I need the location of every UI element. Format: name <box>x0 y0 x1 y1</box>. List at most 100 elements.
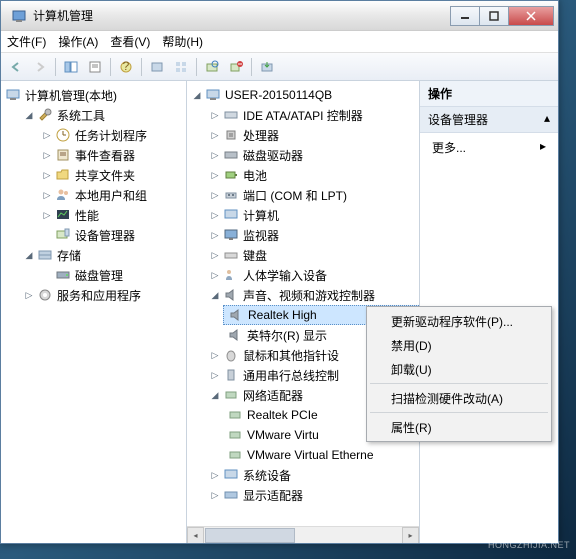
mid-computer[interactable]: ▷计算机 <box>205 205 419 225</box>
expand-icon[interactable]: ▷ <box>209 249 221 261</box>
expand-icon[interactable]: ▷ <box>41 189 53 201</box>
ctx-disable[interactable]: 禁用(D) <box>369 333 549 357</box>
menu-help[interactable]: 帮助(H) <box>162 33 203 50</box>
mouse-icon <box>223 347 239 363</box>
left-tree-pane[interactable]: 计算机管理(本地) ◢ 系统工具 ▷任务计划程序 ▷事件查看器 <box>1 81 187 543</box>
scroll-thumb[interactable] <box>205 528 295 543</box>
expand-icon[interactable]: ▷ <box>41 129 53 141</box>
expand-icon[interactable]: ▷ <box>209 189 221 201</box>
mid-hid[interactable]: ▷人体学输入设备 <box>205 265 419 285</box>
actions-header: 操作 <box>420 81 558 107</box>
scroll-left-button[interactable]: ◂ <box>187 527 204 544</box>
ctx-update-driver[interactable]: 更新驱动程序软件(P)... <box>369 309 549 333</box>
tree-label: 存储 <box>57 247 81 264</box>
mid-monitor[interactable]: ▷监视器 <box>205 225 419 245</box>
left-shared-folders[interactable]: ▷ 共享文件夹 <box>37 165 186 185</box>
left-root[interactable]: 计算机管理(本地) <box>1 85 186 105</box>
mid-system-devices[interactable]: ▷ 系统设备 <box>205 465 419 485</box>
left-device-manager[interactable]: 设备管理器 <box>37 225 186 245</box>
left-performance[interactable]: ▷ 性能 <box>37 205 186 225</box>
expand-icon[interactable]: ▷ <box>23 289 35 301</box>
expand-icon[interactable]: ▷ <box>209 149 221 161</box>
mid-keyboard[interactable]: ▷ 键盘 <box>205 245 419 265</box>
view-small-button[interactable] <box>170 56 192 78</box>
watermark-text: 系统之家 HONGZHIJIA.NET <box>488 511 570 553</box>
ctx-properties[interactable]: 属性(R) <box>369 415 549 439</box>
mid-cpu[interactable]: ▷处理器 <box>205 125 419 145</box>
uninstall-device-button[interactable] <box>225 56 247 78</box>
menu-view[interactable]: 查看(V) <box>110 33 150 50</box>
expand-icon[interactable]: ▷ <box>209 349 221 361</box>
properties-button[interactable] <box>84 56 106 78</box>
show-hide-tree-button[interactable] <box>60 56 82 78</box>
expand-icon[interactable]: ▷ <box>209 209 221 221</box>
expand-icon[interactable]: ▷ <box>41 209 53 221</box>
expand-icon[interactable]: ▷ <box>41 149 53 161</box>
ctx-label: 属性(R) <box>391 419 432 436</box>
expand-icon[interactable]: ▷ <box>209 169 221 181</box>
tree-label: VMware Virtu <box>247 428 319 442</box>
menu-file[interactable]: 文件(F) <box>7 33 46 50</box>
view-large-button[interactable] <box>146 56 168 78</box>
scan-hardware-button[interactable] <box>201 56 223 78</box>
left-services-apps[interactable]: ▷服务和应用程序 <box>19 285 186 305</box>
mid-ide[interactable]: ▷ IDE ATA/ATAPI 控制器 <box>205 105 419 125</box>
tree-label: IDE ATA/ATAPI 控制器 <box>243 107 363 124</box>
tree-label: 系统工具 <box>57 107 105 124</box>
tree-label: 键盘 <box>243 247 267 264</box>
ctx-separator <box>370 383 548 384</box>
left-event-viewer[interactable]: ▷事件查看器 <box>37 145 186 165</box>
minimize-button[interactable] <box>450 6 480 26</box>
expand-icon[interactable]: ▷ <box>209 469 221 481</box>
left-storage[interactable]: ◢ 存储 <box>19 245 186 265</box>
scroll-right-button[interactable]: ▸ <box>402 527 419 544</box>
left-task-scheduler[interactable]: ▷任务计划程序 <box>37 125 186 145</box>
mid-display-adapters[interactable]: ▷显示适配器 <box>205 485 419 505</box>
collapse-icon[interactable]: ◢ <box>209 289 221 301</box>
speaker-icon <box>228 307 244 323</box>
maximize-button[interactable] <box>479 6 509 26</box>
display-adapter-icon <box>223 487 239 503</box>
left-system-tools[interactable]: ◢ 系统工具 <box>19 105 186 125</box>
mid-vmware-2[interactable]: VMware Virtual Etherne <box>223 445 419 465</box>
hid-icon <box>223 267 239 283</box>
mid-disk-drives[interactable]: ▷磁盘驱动器 <box>205 145 419 165</box>
expand-icon[interactable]: ▷ <box>209 489 221 501</box>
expand-icon[interactable]: ▷ <box>209 129 221 141</box>
perf-icon <box>55 207 71 223</box>
expand-icon[interactable]: ▷ <box>41 169 53 181</box>
update-driver-button[interactable] <box>256 56 278 78</box>
expand-icon[interactable]: ▷ <box>209 269 221 281</box>
mid-battery[interactable]: ▷电池 <box>205 165 419 185</box>
tree-label: 共享文件夹 <box>75 167 135 184</box>
collapse-icon[interactable]: ◢ <box>209 389 221 401</box>
tree-label: 系统设备 <box>243 467 291 484</box>
tree-label: 性能 <box>75 207 99 224</box>
tree-label: Realtek High <box>248 308 317 322</box>
disk-drive-icon <box>223 147 239 163</box>
expand-icon[interactable]: ▷ <box>209 229 221 241</box>
horizontal-scrollbar[interactable]: ◂ ▸ <box>187 526 419 543</box>
mid-root[interactable]: ◢USER-20150114QB <box>187 85 419 105</box>
collapse-icon[interactable]: ◢ <box>23 109 35 121</box>
titlebar[interactable]: 计算机管理 <box>1 1 558 31</box>
close-button[interactable] <box>508 6 554 26</box>
services-icon <box>37 287 53 303</box>
mid-ports[interactable]: ▷端口 (COM 和 LPT) <box>205 185 419 205</box>
ctx-uninstall[interactable]: 卸载(U) <box>369 357 549 381</box>
forward-button[interactable] <box>29 56 51 78</box>
mid-sound[interactable]: ◢声音、视频和游戏控制器 <box>205 285 419 305</box>
back-button[interactable] <box>5 56 27 78</box>
nic-icon <box>227 407 243 423</box>
expand-icon[interactable]: ▷ <box>209 109 221 121</box>
menu-action[interactable]: 操作(A) <box>58 33 98 50</box>
left-disk-mgmt[interactable]: 磁盘管理 <box>37 265 186 285</box>
actions-sub[interactable]: 设备管理器 ▴ <box>420 107 558 133</box>
collapse-icon[interactable]: ◢ <box>191 89 203 101</box>
left-local-users[interactable]: ▷本地用户和组 <box>37 185 186 205</box>
ctx-scan-hardware[interactable]: 扫描检测硬件改动(A) <box>369 386 549 410</box>
actions-more[interactable]: 更多... ▸ <box>420 133 558 162</box>
help-button[interactable]: ? <box>115 56 137 78</box>
expand-icon[interactable]: ▷ <box>209 369 221 381</box>
collapse-icon[interactable]: ◢ <box>23 249 35 261</box>
